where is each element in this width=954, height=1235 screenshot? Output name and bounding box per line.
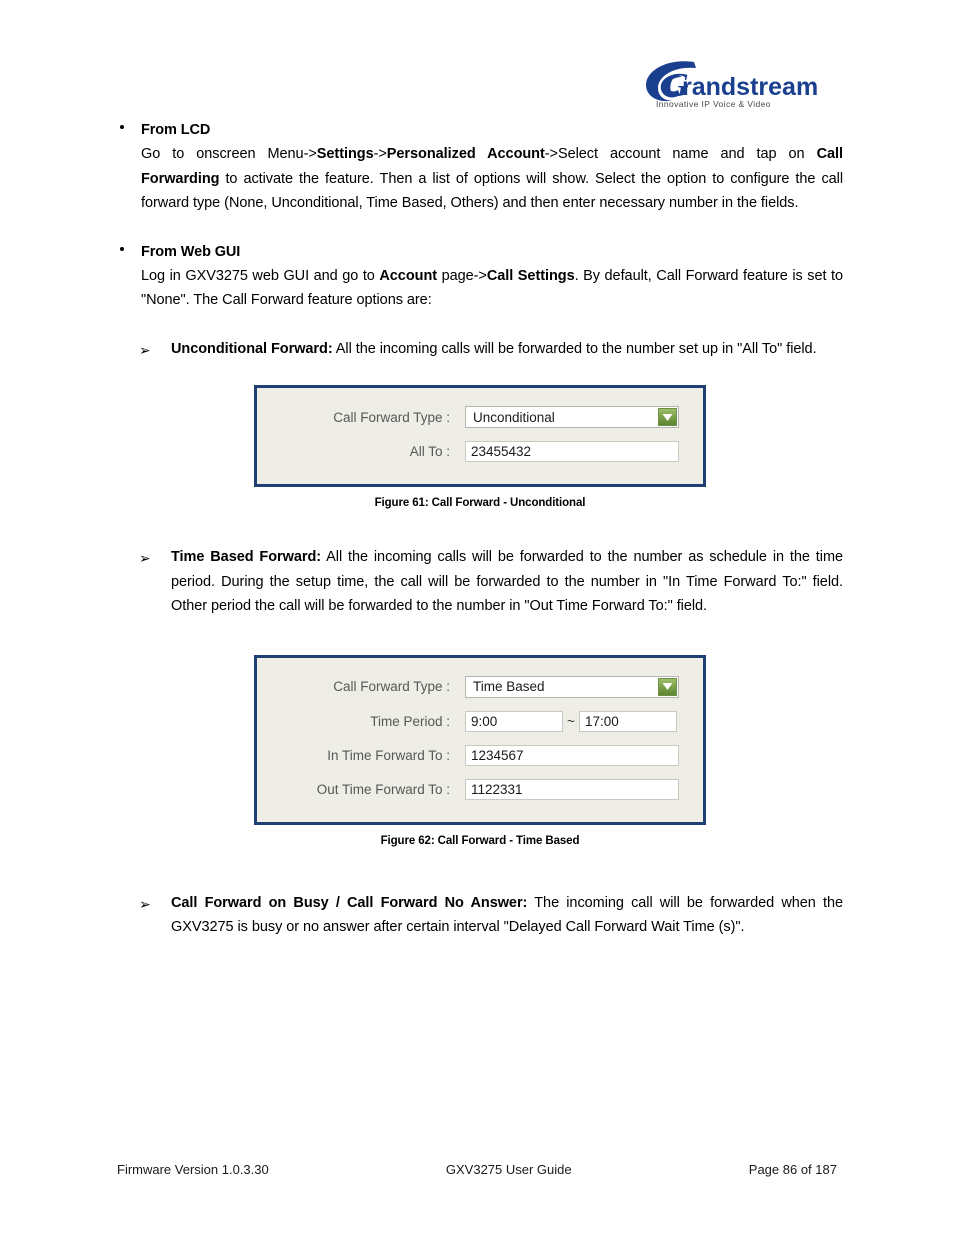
row-all-to: All To : 23455432 xyxy=(257,441,703,462)
row-time-period: Time Period : 9:00 ~ 17:00 xyxy=(257,710,703,732)
grandstream-logo: G randstream Innovative IP Voice & Video xyxy=(616,52,866,114)
out-time-forward-to-label: Out Time Forward To : xyxy=(316,781,450,797)
webgui-bold-account: Account xyxy=(379,267,438,284)
footer-document-title: GXV3275 User Guide xyxy=(445,1162,572,1177)
call-forward-type-selected-value: Time Based xyxy=(473,679,545,694)
time-period-start-value: 9:00 xyxy=(471,713,498,729)
document-page: G randstream Innovative IP Voice & Video… xyxy=(0,0,954,1235)
in-time-forward-to-value: 1234567 xyxy=(471,747,524,763)
figure-62-caption: Figure 62: Call Forward - Time Based xyxy=(380,834,580,847)
figure-61: Call Forward Type : Unconditional All To… xyxy=(254,385,706,509)
arrow-bullet-icon: ➢ xyxy=(139,895,151,912)
all-to-value: 23455432 xyxy=(471,444,532,459)
footer-firmware-version: Firmware Version 1.0.3.30 xyxy=(117,1162,269,1177)
time-based-forward-text: Time Based Forward: All the incoming cal… xyxy=(171,545,843,619)
call-forward-type-label: Call Forward Type : xyxy=(333,409,450,425)
bullet-dot-icon xyxy=(120,125,124,129)
svg-text:randstream: randstream xyxy=(682,73,818,101)
lcd-bold-personalized-account: Personalized Account xyxy=(386,146,545,162)
time-period-separator: ~ xyxy=(567,713,575,729)
logo-icon: G randstream Innovative IP Voice & Video xyxy=(646,61,818,109)
call-forward-type-label: Call Forward Type : xyxy=(333,679,450,694)
page-header: G randstream Innovative IP Voice & Video xyxy=(616,52,866,114)
chevron-down-icon[interactable] xyxy=(658,408,677,426)
call-forward-type-selected-value: Unconditional xyxy=(473,409,555,425)
page-footer: Firmware Version 1.0.3.30 GXV3275 User G… xyxy=(117,1162,837,1177)
section-from-web-gui: From Web GUI Log in GXV3275 web GUI and … xyxy=(117,240,843,313)
time-period-start-input[interactable]: 9:00 xyxy=(465,710,563,732)
time-period-label: Time Period : xyxy=(370,713,450,729)
call-forward-unconditional-screenshot: Call Forward Type : Unconditional All To… xyxy=(254,385,706,487)
section-from-lcd: From LCD Go to onscreen Menu->Settings->… xyxy=(117,118,843,216)
unconditional-forward-body: All the incoming calls will be forwarded… xyxy=(332,340,817,357)
call-forward-type-select[interactable]: Unconditional xyxy=(465,406,679,428)
out-time-forward-to-input[interactable]: 1122331 xyxy=(465,778,679,800)
row-call-forward-type: Call Forward Type : Time Based xyxy=(257,675,703,698)
footer-page-number: Page 86 of 187 xyxy=(748,1162,837,1177)
triangle-down-icon xyxy=(662,683,673,690)
figure-62: Call Forward Type : Time Based Time Peri… xyxy=(254,654,706,847)
call-forward-type-field: Time Based xyxy=(465,675,679,698)
in-time-forward-to-label: In Time Forward To : xyxy=(327,747,450,763)
chevron-down-icon[interactable] xyxy=(658,677,677,696)
out-time-forward-to-field: 1122331 xyxy=(465,778,679,800)
busy-no-answer-text: Call Forward on Busy / Call Forward No A… xyxy=(171,891,843,940)
triangle-down-icon xyxy=(662,413,673,421)
time-period-end-value: 17:00 xyxy=(585,713,619,729)
row-call-forward-type: Call Forward Type : Unconditional xyxy=(257,406,703,428)
arrow-bullet-icon: ➢ xyxy=(139,550,151,566)
section-from-lcd-body: Go to onscreen Menu->Settings->Personali… xyxy=(141,142,843,216)
list-item-busy-no-answer: ➢ Call Forward on Busy / Call Forward No… xyxy=(117,891,843,940)
lcd-text-2: -> xyxy=(373,146,387,162)
out-time-forward-to-value: 1122331 xyxy=(471,781,523,797)
all-to-field: 23455432 xyxy=(465,441,679,462)
call-forward-type-field: Unconditional xyxy=(465,406,679,428)
svg-text:Innovative IP Voice & Video: Innovative IP Voice & Video xyxy=(656,99,771,109)
section-from-web-gui-title: From Web GUI xyxy=(141,243,241,260)
webgui-text-2: page-> xyxy=(437,267,487,284)
list-item-unconditional-forward: ➢ Unconditional Forward: All the incomin… xyxy=(117,337,843,362)
busy-no-answer-label: Call Forward on Busy / Call Forward No A… xyxy=(171,894,528,911)
all-to-input[interactable]: 23455432 xyxy=(465,441,679,462)
arrow-bullet-icon: ➢ xyxy=(139,341,151,358)
unconditional-forward-text: Unconditional Forward: All the incoming … xyxy=(171,337,843,362)
time-based-forward-label: Time Based Forward: xyxy=(171,549,322,565)
lcd-text-1: Go to onscreen Menu-> xyxy=(141,146,317,162)
list-item-time-based-forward: ➢ Time Based Forward: All the incoming c… xyxy=(117,545,843,619)
webgui-text-1: Log in GXV3275 web GUI and go to xyxy=(141,267,380,284)
bullet-dot-icon xyxy=(120,246,124,251)
section-from-web-gui-body: Log in GXV3275 web GUI and go to Account… xyxy=(141,264,843,313)
time-period-end-input[interactable]: 17:00 xyxy=(579,710,677,732)
all-to-label: All To : xyxy=(409,444,450,459)
call-forward-time-based-screenshot: Call Forward Type : Time Based Time Peri… xyxy=(254,654,706,825)
page-content: From LCD Go to onscreen Menu->Settings->… xyxy=(117,118,843,940)
section-from-lcd-title: From LCD xyxy=(141,122,211,138)
time-period-field: 9:00 ~ 17:00 xyxy=(465,710,677,732)
lcd-bold-settings: Settings xyxy=(316,146,374,162)
lcd-text-4: to activate the feature. Then a list of … xyxy=(141,170,843,212)
call-forward-type-select[interactable]: Time Based xyxy=(465,675,679,698)
row-out-time-forward-to: Out Time Forward To : 1122331 xyxy=(257,778,703,800)
webgui-bold-call-settings: Call Settings xyxy=(486,267,575,284)
in-time-forward-to-field: 1234567 xyxy=(465,744,679,766)
figure-61-caption: Figure 61: Call Forward - Unconditional xyxy=(374,497,586,509)
lcd-text-3: ->Select account name and tap on xyxy=(544,146,817,162)
in-time-forward-to-input[interactable]: 1234567 xyxy=(465,744,679,766)
unconditional-forward-label: Unconditional Forward: xyxy=(171,340,333,357)
row-in-time-forward-to: In Time Forward To : 1234567 xyxy=(257,744,703,766)
